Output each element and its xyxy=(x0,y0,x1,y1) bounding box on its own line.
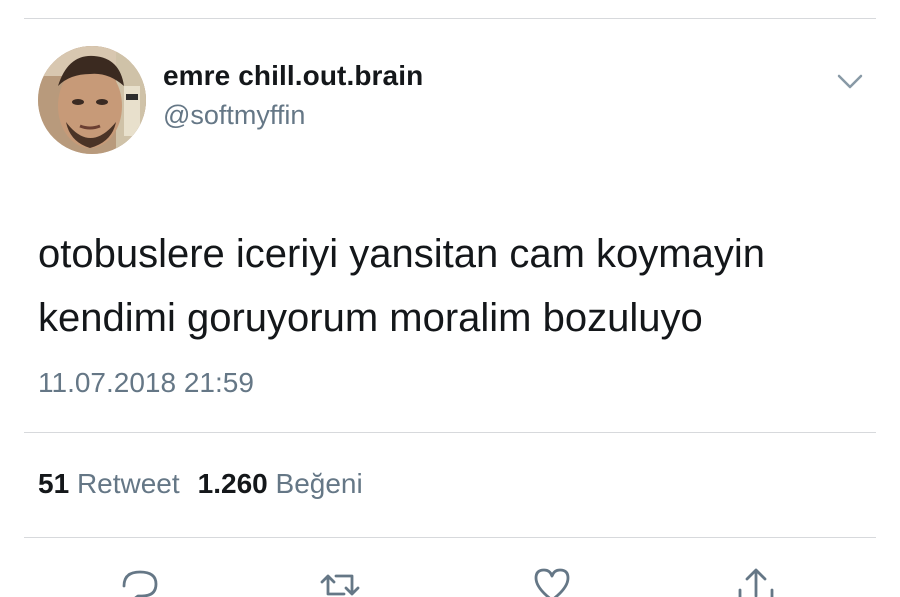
user-handle[interactable]: @softmyffin xyxy=(163,100,305,131)
like-count: 1.260 xyxy=(197,468,268,499)
retweet-stat[interactable]: 51 Retweet xyxy=(38,468,180,499)
tweet-text: otobuslere iceriyi yansitan cam koymayin… xyxy=(38,222,878,350)
avatar[interactable] xyxy=(38,46,146,154)
heart-icon[interactable] xyxy=(528,562,576,597)
divider xyxy=(24,432,876,433)
retweet-label: Retweet xyxy=(76,468,180,499)
like-label: Beğeni xyxy=(275,468,363,499)
tweet-text-line: otobuslere iceriyi yansitan cam koymayin xyxy=(38,232,765,276)
tweet-detail-view: emre chill.out.brain @softmyffin otobusl… xyxy=(0,0,900,597)
reply-icon[interactable] xyxy=(116,562,164,597)
engagement-stats: 51 Retweet 1.260 Beğeni xyxy=(38,468,363,500)
chevron-down-icon[interactable] xyxy=(830,66,870,100)
tweet-timestamp[interactable]: 11.07.2018 21:59 xyxy=(38,367,254,399)
tweet-text-line: kendimi goruyorum moralim bozuluyo xyxy=(38,296,703,340)
top-divider xyxy=(24,18,876,19)
like-stat[interactable]: 1.260 Beğeni xyxy=(198,468,363,499)
share-icon[interactable] xyxy=(732,562,780,597)
retweet-count: 51 xyxy=(38,468,70,499)
divider xyxy=(24,537,876,538)
display-name[interactable]: emre chill.out.brain xyxy=(163,60,423,92)
retweet-icon[interactable] xyxy=(316,562,364,597)
